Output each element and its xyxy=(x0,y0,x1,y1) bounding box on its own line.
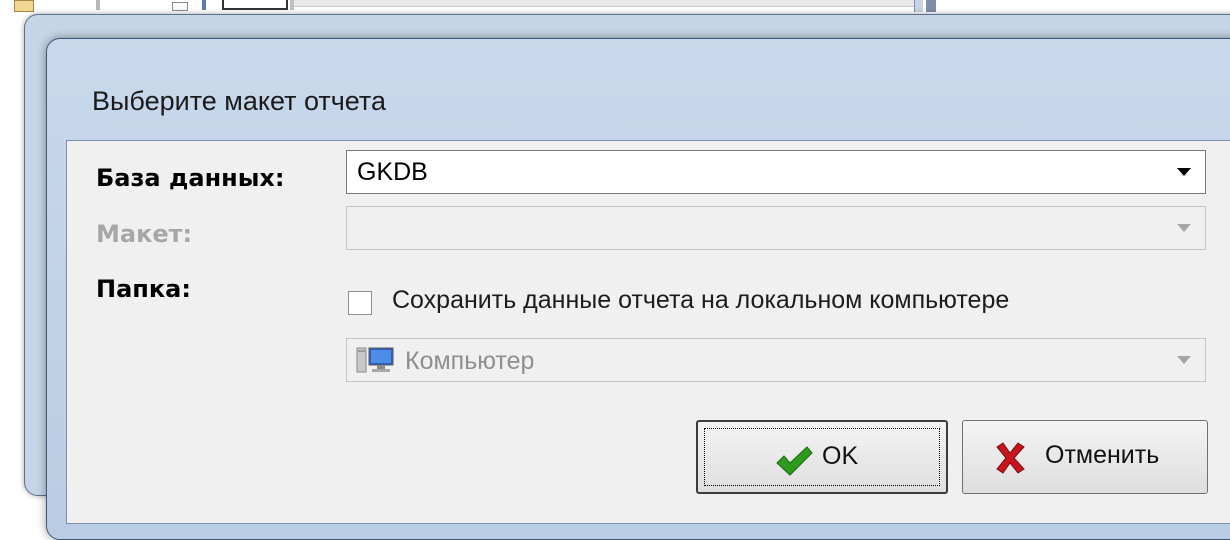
cancel-button-label: Отменить xyxy=(1045,441,1160,469)
chevron-down-icon[interactable] xyxy=(1177,168,1191,176)
database-label: База данных: xyxy=(96,164,285,192)
cancel-button[interactable]: Отменить xyxy=(962,420,1208,494)
checkmark-icon xyxy=(776,446,813,476)
layout-label: Макет: xyxy=(96,220,193,248)
chevron-down-icon[interactable] xyxy=(1177,356,1191,364)
folder-location-select[interactable]: Компьютер xyxy=(346,338,1206,382)
background-scrollbar-thumb xyxy=(926,0,936,12)
toolbar-separator xyxy=(202,0,206,10)
background-toolbar xyxy=(0,0,1230,12)
folder-icon xyxy=(14,0,34,12)
toolbar-separator xyxy=(96,0,100,10)
background-scrollbar xyxy=(914,0,923,12)
cross-icon xyxy=(996,442,1025,474)
folder-location-value: Компьютер xyxy=(405,347,535,375)
computer-icon xyxy=(356,347,394,373)
window-icon xyxy=(172,2,188,11)
layout-select[interactable] xyxy=(346,206,1206,250)
save-locally-label[interactable]: Сохранить данные отчета на локальном ком… xyxy=(392,286,1009,315)
background-content xyxy=(294,0,914,7)
database-value: GKDB xyxy=(357,158,428,186)
toolbar-field xyxy=(222,0,288,10)
dialog-title: Выберите макет отчета xyxy=(92,86,387,116)
save-locally-checkbox[interactable] xyxy=(348,291,372,315)
ok-button-label: OK xyxy=(822,442,859,470)
folder-label: Папка: xyxy=(96,275,191,303)
ok-button[interactable]: OK xyxy=(696,420,948,494)
chevron-down-icon[interactable] xyxy=(1177,224,1191,232)
database-select[interactable]: GKDB xyxy=(346,150,1206,194)
